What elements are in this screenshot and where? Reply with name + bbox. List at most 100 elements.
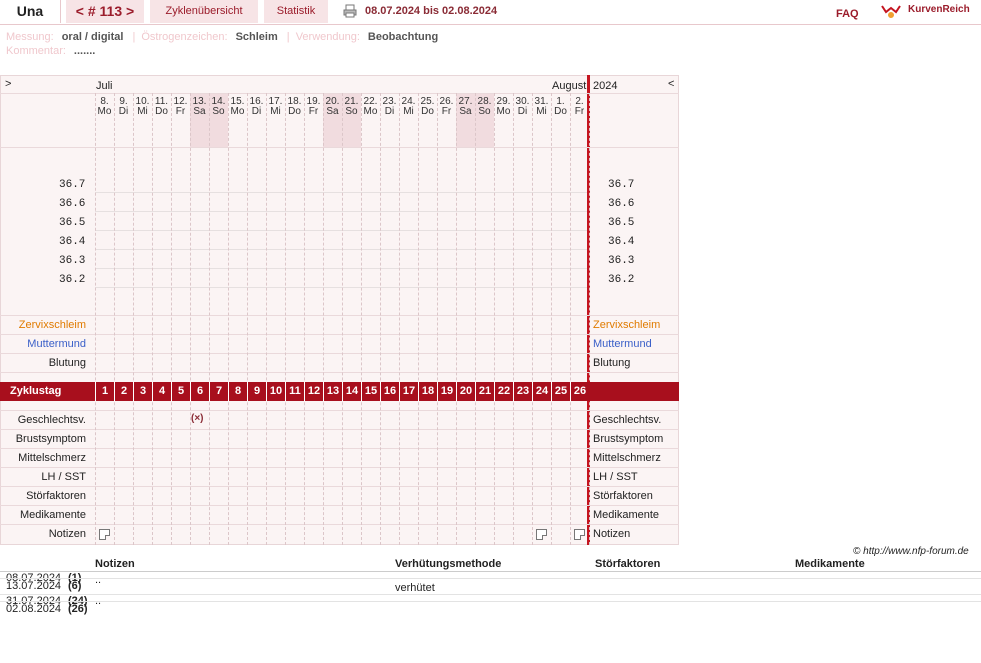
grid-row-line <box>0 93 679 94</box>
day-weekday: Di <box>251 106 262 117</box>
day-header[interactable]: 30. Di <box>513 97 532 117</box>
day-header[interactable]: 11. Do <box>152 97 171 117</box>
grid-col-line <box>190 93 191 545</box>
cycle-day-number[interactable]: 14 <box>342 382 361 401</box>
note-icon[interactable] <box>574 529 585 540</box>
row-method: verhütet <box>395 582 435 594</box>
day-weekday: Di <box>118 106 129 117</box>
cycle-day-number[interactable]: 16 <box>380 382 399 401</box>
copyright: © http://www.nfp-forum.de <box>853 546 969 557</box>
day-header[interactable]: 19. Fr <box>304 97 323 117</box>
statistics-link[interactable]: Statistik <box>264 0 328 23</box>
cycle-day-number[interactable]: 17 <box>399 382 418 401</box>
row-label-right: LH / SST <box>593 471 638 483</box>
grid-row-line <box>0 429 679 430</box>
cycle-day-number[interactable]: 5 <box>171 382 190 401</box>
temp-label-right: 36.4 <box>608 236 635 248</box>
cycle-day-number[interactable]: 24 <box>532 382 551 401</box>
row-to-date: 02.08.2024 <box>6 603 62 615</box>
day-header[interactable]: 18. Do <box>285 97 304 117</box>
cycle-day-number[interactable]: 8 <box>228 382 247 401</box>
day-header[interactable]: 28. So <box>475 97 494 117</box>
day-header[interactable]: 29. Mo <box>494 97 513 117</box>
day-header[interactable]: 8. Mo <box>95 97 114 117</box>
intercourse-mark[interactable]: (×) <box>191 413 204 424</box>
col-method-header: Verhütungsmethode <box>395 558 502 570</box>
cycle-day-number[interactable]: 15 <box>361 382 380 401</box>
cycle-day-number[interactable]: 26 <box>570 382 589 401</box>
cycle-day-number[interactable]: 7 <box>209 382 228 401</box>
day-header[interactable]: 27. Sa <box>456 97 475 117</box>
scroll-left-button[interactable]: > <box>5 78 11 90</box>
grid-col-line <box>513 93 514 545</box>
cycle-day-number[interactable]: 18 <box>418 382 437 401</box>
cycle-day-number[interactable]: 13 <box>323 382 342 401</box>
grid-col-line <box>361 93 362 545</box>
printer-icon[interactable] <box>343 4 357 18</box>
day-header[interactable]: 17. Mi <box>266 97 285 117</box>
grid-row-line <box>0 353 679 354</box>
cycle-navigator[interactable]: < # 113 > <box>66 0 144 23</box>
grid-col-line <box>171 93 172 545</box>
cycle-day-number[interactable]: 6 <box>190 382 209 401</box>
day-weekday: So <box>212 106 225 117</box>
temp-label-left: 36.3 <box>59 255 86 267</box>
kurvenreich-logo[interactable]: KurvenReich <box>880 2 980 20</box>
measurement-value: oral / digital <box>61 31 124 43</box>
estrogen-label: Östrogenzeichen: <box>141 31 228 43</box>
grid-col-line <box>494 93 495 545</box>
day-header[interactable]: 1. Do <box>551 97 570 117</box>
row-label-left: Muttermund <box>27 338 86 350</box>
temp-label-left: 36.5 <box>59 217 86 229</box>
day-weekday: Mi <box>403 106 414 117</box>
day-header[interactable]: 14. So <box>209 97 228 117</box>
cycle-day-number[interactable]: 1 <box>95 382 114 401</box>
note-icon[interactable] <box>99 529 110 540</box>
grid-col-line <box>570 93 571 545</box>
grid-col-line <box>589 93 590 545</box>
day-header[interactable]: 15. Mo <box>228 97 247 117</box>
day-header[interactable]: 21. So <box>342 97 361 117</box>
day-header[interactable]: 23. Di <box>380 97 399 117</box>
day-header[interactable]: 10. Mi <box>133 97 152 117</box>
row-label-left: Medikamente <box>19 509 86 521</box>
day-header[interactable]: 25. Do <box>418 97 437 117</box>
day-header[interactable]: 9. Di <box>114 97 133 117</box>
faq-link[interactable]: FAQ <box>836 8 859 20</box>
cycle-day-number[interactable]: 9 <box>247 382 266 401</box>
scroll-right-button[interactable]: < <box>668 78 674 90</box>
day-header[interactable]: 2. Fr <box>570 97 589 117</box>
grid-row-line <box>0 372 679 373</box>
cycle-day-number[interactable]: 22 <box>494 382 513 401</box>
day-header[interactable]: 24. Mi <box>399 97 418 117</box>
cycle-day-number[interactable]: 21 <box>475 382 494 401</box>
cycle-day-number[interactable]: 23 <box>513 382 532 401</box>
day-header[interactable]: 22. Mo <box>361 97 380 117</box>
cycle-day-number[interactable]: 25 <box>551 382 570 401</box>
cycle-day-number[interactable]: 3 <box>133 382 152 401</box>
note-icon[interactable] <box>536 529 547 540</box>
day-header[interactable]: 20. Sa <box>323 97 342 117</box>
cycle-overview-link[interactable]: Zyklenübersicht <box>150 0 258 23</box>
cycle-day-number[interactable]: 10 <box>266 382 285 401</box>
day-weekday: Do <box>421 106 434 117</box>
cycle-day-number[interactable]: 20 <box>456 382 475 401</box>
row-separator <box>0 578 981 579</box>
day-header[interactable]: 31. Mi <box>532 97 551 117</box>
temp-label-left: 36.6 <box>59 198 86 210</box>
temp-label-right: 36.6 <box>608 198 635 210</box>
day-header[interactable]: 13. Sa <box>190 97 209 117</box>
day-header[interactable]: 16. Di <box>247 97 266 117</box>
day-weekday: Fr <box>175 106 186 117</box>
user-name: Una <box>0 0 61 23</box>
grid-row-line <box>0 524 679 525</box>
cycle-day-number[interactable]: 19 <box>437 382 456 401</box>
day-header[interactable]: 26. Fr <box>437 97 456 117</box>
cycle-day-number[interactable]: 12 <box>304 382 323 401</box>
cycle-day-number[interactable]: 11 <box>285 382 304 401</box>
temp-label-right: 36.2 <box>608 274 635 286</box>
col-notes-header: Notizen <box>95 558 135 570</box>
day-header[interactable]: 12. Fr <box>171 97 190 117</box>
cycle-day-number[interactable]: 2 <box>114 382 133 401</box>
cycle-day-number[interactable]: 4 <box>152 382 171 401</box>
